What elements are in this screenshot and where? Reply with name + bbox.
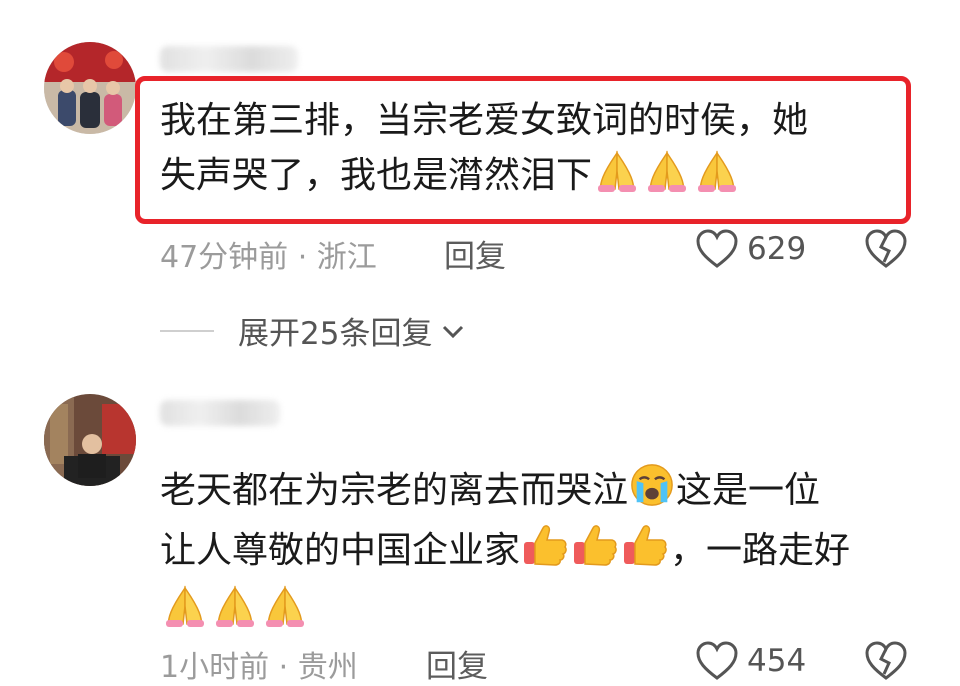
crying-face-emoji [629, 462, 675, 508]
folded-hands-emoji [693, 145, 741, 193]
dislike-button[interactable] [864, 641, 908, 685]
comment-time-location: 1小时前 · 贵州 [160, 650, 358, 685]
expand-replies-label: 展开25条回复 [238, 316, 433, 352]
username-blurred[interactable] [160, 400, 280, 426]
comment-1: 我在第三排，当宗老爱女致词的时侯，她 失声哭了，我也是潸然泪下 47分钟前 · … [0, 0, 960, 300]
broken-heart-icon [865, 229, 907, 268]
folded-hands-emoji [261, 580, 309, 628]
thumbs-up-emoji [521, 520, 569, 568]
folded-hands-emoji [643, 145, 691, 193]
like-button[interactable]: 454 [695, 641, 806, 681]
heart-icon [696, 229, 738, 268]
folded-hands-emoji [161, 580, 209, 628]
thumbs-up-emoji [571, 520, 619, 568]
comment-time-location: 47分钟前 · 浙江 [160, 240, 377, 275]
comment-2: 老天都在为宗老的离去而哭泣 这是一位 让人尊敬的中国企业家 ，一路走好 1小时前 ·… [0, 380, 960, 685]
comment-text: 老天都在为宗老的离去而哭泣 这是一位 让人尊敬的中国企业家 ，一路走好 [160, 462, 850, 640]
folded-hands-emoji [593, 145, 641, 193]
avatar[interactable] [44, 394, 136, 486]
divider [160, 329, 214, 332]
like-count: 454 [747, 643, 807, 679]
comment-text-line: 失声哭了，我也是潸然泪下 [160, 155, 593, 196]
comment-text-line: 这是一位 [676, 470, 821, 511]
comment-text-line: ，一路走好 [670, 530, 851, 571]
expand-replies[interactable]: 展开25条回复 [160, 308, 466, 353]
comment-text: 我在第三排，当宗老爱女致词的时侯，她 失声哭了，我也是潸然泪下 [160, 97, 808, 200]
broken-heart-icon [865, 641, 907, 680]
comment-text-line: 让人尊敬的中国企业家 [160, 530, 521, 571]
like-button[interactable]: 629 [695, 229, 806, 269]
reply-button[interactable]: 回复 [444, 231, 506, 276]
dislike-button[interactable] [864, 229, 908, 273]
thumbs-up-emoji [621, 520, 669, 568]
avatar[interactable] [44, 42, 136, 134]
comment-text-line: 老天都在为宗老的离去而哭泣 [160, 470, 629, 511]
reply-button[interactable]: 回复 [426, 641, 488, 686]
folded-hands-emoji [211, 580, 259, 628]
like-count: 629 [747, 231, 807, 267]
username-blurred[interactable] [160, 46, 298, 72]
heart-icon [696, 641, 738, 680]
chevron-down-icon [443, 325, 464, 338]
comment-text-line: 我在第三排，当宗老爱女致词的时侯，她 [160, 100, 809, 141]
